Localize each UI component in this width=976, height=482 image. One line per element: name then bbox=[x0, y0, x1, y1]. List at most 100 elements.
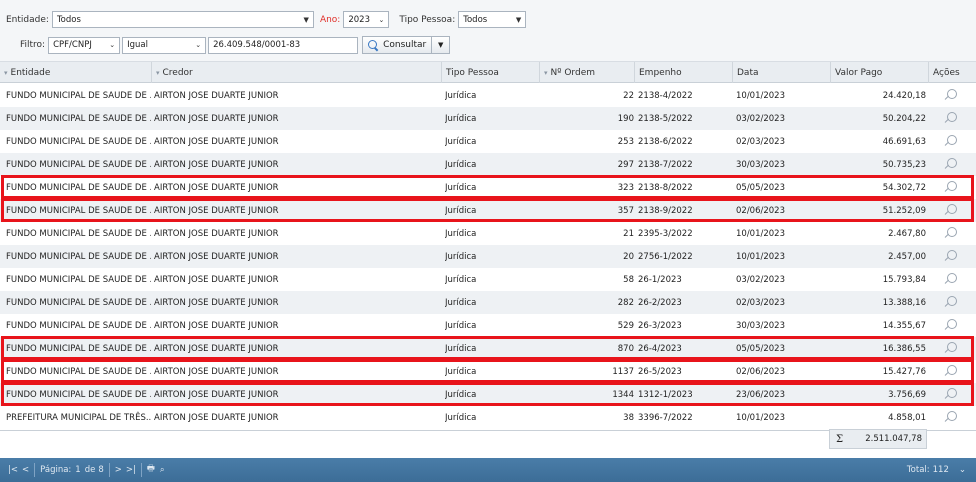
col-header-ordem-label: Nº Ordem bbox=[550, 67, 595, 78]
view-details-icon[interactable] bbox=[944, 411, 957, 424]
cell-data: 23/06/2023 bbox=[736, 389, 785, 400]
cell-entidade: FUNDO MUNICIPAL DE SAUDE DE ... bbox=[6, 136, 151, 147]
table-row[interactable]: FUNDO MUNICIPAL DE SAUDE DE ... AIRTON JO… bbox=[0, 337, 976, 360]
ano-select-value: 2023 bbox=[348, 14, 370, 25]
view-details-icon[interactable] bbox=[944, 273, 957, 286]
cell-empenho: 2756-1/2022 bbox=[638, 251, 693, 262]
filtro-operator-select[interactable]: Igual ⌄ bbox=[122, 36, 207, 54]
ano-select[interactable]: 2023 ⌄ bbox=[343, 11, 390, 28]
tipo-pessoa-select-value: Todos bbox=[463, 14, 488, 25]
col-header-empenho[interactable]: Empenho bbox=[634, 62, 732, 83]
view-details-icon[interactable] bbox=[944, 250, 957, 263]
cell-ordem: 1137 bbox=[612, 366, 634, 377]
cell-entidade: FUNDO MUNICIPAL DE SAUDE DE ... bbox=[6, 251, 151, 262]
view-details-icon[interactable] bbox=[944, 227, 957, 240]
col-header-entidade-label: Entidade bbox=[10, 67, 51, 78]
col-header-acoes-label: Ações bbox=[933, 67, 960, 78]
cell-valor: 50.204,22 bbox=[882, 113, 926, 124]
first-page-icon[interactable]: |< bbox=[8, 465, 18, 475]
cell-valor: 14.355,67 bbox=[882, 320, 926, 331]
prev-page-icon[interactable]: < bbox=[22, 465, 29, 475]
entidade-select[interactable]: Todos ▼ bbox=[51, 11, 314, 28]
table-row[interactable]: FUNDO MUNICIPAL DE SAUDE DE ... AIRTON JO… bbox=[0, 291, 976, 314]
pagina-label: Página: bbox=[40, 465, 72, 475]
total-count: 112 bbox=[932, 465, 949, 475]
cell-ordem: 297 bbox=[617, 159, 634, 170]
view-details-icon[interactable] bbox=[944, 112, 957, 125]
col-header-valor[interactable]: Valor Pago bbox=[830, 62, 928, 83]
view-details-icon[interactable] bbox=[944, 135, 957, 148]
table-row[interactable]: FUNDO MUNICIPAL DE SAUDE DE ... AIRTON JO… bbox=[0, 360, 976, 383]
col-header-credor[interactable]: ▾ Credor bbox=[151, 62, 441, 83]
cell-valor: 16.386,55 bbox=[882, 343, 926, 354]
col-header-data[interactable]: Data bbox=[732, 62, 830, 83]
view-details-icon[interactable] bbox=[944, 388, 957, 401]
divider bbox=[140, 463, 142, 477]
table-row[interactable]: FUNDO MUNICIPAL DE SAUDE DE ... AIRTON JO… bbox=[0, 153, 976, 176]
table-row[interactable]: FUNDO MUNICIPAL DE SAUDE DE ... AIRTON JO… bbox=[0, 314, 976, 337]
view-details-icon[interactable] bbox=[944, 158, 957, 171]
cell-tipo: Jurídica bbox=[445, 320, 477, 331]
filtro-field-select[interactable]: CPF/CNPJ ⌄ bbox=[48, 36, 121, 54]
cell-data: 02/06/2023 bbox=[736, 366, 785, 377]
view-details-icon[interactable] bbox=[944, 89, 957, 102]
tipo-pessoa-select[interactable]: Todos ▼ bbox=[458, 11, 527, 28]
cell-credor: AIRTON JOSE DUARTE JUNIOR bbox=[154, 182, 279, 193]
cell-valor: 24.420,18 bbox=[882, 90, 926, 101]
page-number-input[interactable]: 1 bbox=[75, 465, 80, 475]
cell-entidade: FUNDO MUNICIPAL DE SAUDE DE ... bbox=[6, 90, 151, 101]
cell-data: 10/01/2023 bbox=[736, 251, 785, 262]
cell-valor: 4.858,01 bbox=[888, 412, 926, 423]
cell-empenho: 2138-4/2022 bbox=[638, 90, 693, 101]
view-details-icon[interactable] bbox=[944, 319, 957, 332]
filter-row-1: Entidade: Todos ▼ Ano: 2023 ⌄ Tipo Pesso… bbox=[6, 11, 527, 28]
table-row[interactable]: FUNDO MUNICIPAL DE SAUDE DE ... AIRTON JO… bbox=[0, 107, 976, 130]
total-label: Total: bbox=[906, 465, 930, 475]
cell-empenho: 2138-8/2022 bbox=[638, 182, 693, 193]
table-row[interactable]: FUNDO MUNICIPAL DE SAUDE DE ... AIRTON JO… bbox=[0, 222, 976, 245]
next-page-icon[interactable]: > bbox=[115, 465, 122, 475]
view-details-icon[interactable] bbox=[944, 342, 957, 355]
table-row[interactable]: FUNDO MUNICIPAL DE SAUDE DE ... AIRTON JO… bbox=[0, 383, 976, 406]
view-details-icon[interactable] bbox=[944, 181, 957, 194]
entidade-label: Entidade: bbox=[6, 14, 49, 25]
cell-ordem: 20 bbox=[623, 251, 634, 262]
filtro-operator-value: Igual bbox=[127, 40, 148, 50]
de-label: de bbox=[84, 465, 96, 475]
table-row[interactable]: FUNDO MUNICIPAL DE SAUDE DE ... AIRTON JO… bbox=[0, 245, 976, 268]
cell-data: 03/02/2023 bbox=[736, 113, 785, 124]
col-header-ordem[interactable]: ▾ Nº Ordem bbox=[539, 62, 634, 83]
table-row[interactable]: FUNDO MUNICIPAL DE SAUDE DE ... AIRTON JO… bbox=[0, 176, 976, 199]
cell-data: 30/03/2023 bbox=[736, 159, 785, 170]
table-row[interactable]: FUNDO MUNICIPAL DE SAUDE DE ... AIRTON JO… bbox=[0, 130, 976, 153]
consultar-menu-button[interactable]: ▼ bbox=[432, 36, 451, 54]
cell-empenho: 26-4/2023 bbox=[638, 343, 682, 354]
filtro-value-input[interactable]: 26.409.548/0001-83 bbox=[208, 36, 359, 54]
cell-credor: AIRTON JOSE DUARTE JUNIOR bbox=[154, 159, 279, 170]
table-row[interactable]: FUNDO MUNICIPAL DE SAUDE DE ... AIRTON JO… bbox=[0, 268, 976, 291]
cell-valor: 13.388,16 bbox=[882, 297, 926, 308]
consultar-button[interactable]: Consultar bbox=[362, 36, 433, 54]
total-pages: 8 bbox=[98, 465, 104, 475]
col-header-entidade[interactable]: ▾ Entidade bbox=[0, 62, 151, 83]
cell-credor: AIRTON JOSE DUARTE JUNIOR bbox=[154, 90, 279, 101]
view-details-icon[interactable] bbox=[944, 296, 957, 309]
table-row[interactable]: FUNDO MUNICIPAL DE SAUDE DE ... AIRTON JO… bbox=[0, 84, 976, 107]
col-header-tipo[interactable]: Tipo Pessoa bbox=[441, 62, 539, 83]
cell-credor: AIRTON JOSE DUARTE JUNIOR bbox=[154, 251, 279, 262]
table-row[interactable]: FUNDO MUNICIPAL DE SAUDE DE ... AIRTON JO… bbox=[0, 199, 976, 222]
filter-bar: Entidade: Todos ▼ Ano: 2023 ⌄ Tipo Pesso… bbox=[0, 0, 976, 62]
filtro-label: Filtro: bbox=[20, 40, 46, 50]
table-row[interactable]: PREFEITURA MUNICIPAL DE TRÊS... AIRTON JO… bbox=[0, 406, 976, 429]
view-details-icon[interactable] bbox=[944, 204, 957, 217]
last-page-icon[interactable]: >| bbox=[126, 465, 136, 475]
cell-credor: AIRTON JOSE DUARTE JUNIOR bbox=[154, 366, 279, 377]
print-icon[interactable]: 🖶 bbox=[147, 463, 155, 477]
chevron-down-icon[interactable]: ⌄ bbox=[959, 465, 966, 475]
sum-total-box: Σ 2.511.047,78 bbox=[829, 429, 927, 449]
view-details-icon[interactable] bbox=[944, 365, 957, 378]
sort-icon: ▾ bbox=[156, 68, 160, 77]
search-icon[interactable]: ⌕ bbox=[160, 465, 165, 475]
cell-credor: AIRTON JOSE DUARTE JUNIOR bbox=[154, 228, 279, 239]
cell-tipo: Jurídica bbox=[445, 251, 477, 262]
